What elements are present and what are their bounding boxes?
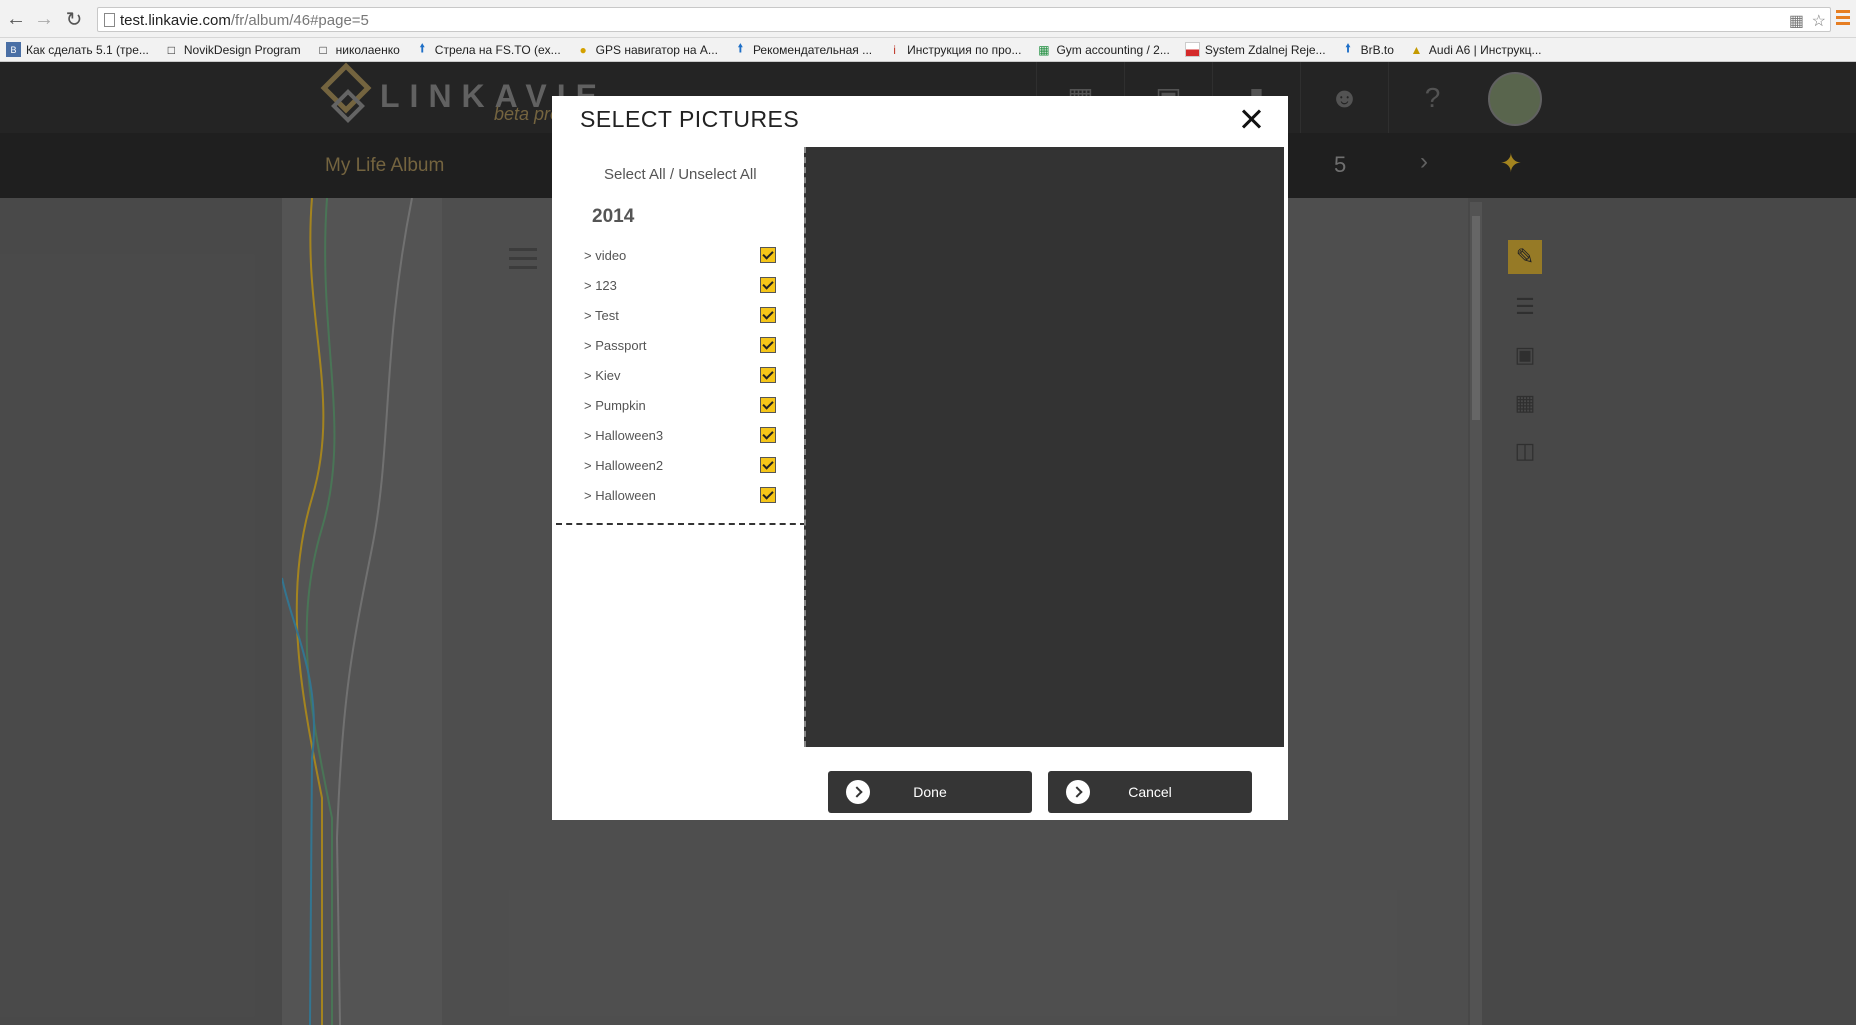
album-checkbox[interactable] (760, 457, 776, 473)
vk-icon: B (6, 42, 21, 57)
album-label: > Halloween3 (584, 427, 664, 443)
done-label: Done (913, 784, 947, 800)
album-item-halloween[interactable]: > Halloween (584, 480, 790, 510)
album-item-pumpkin[interactable]: > Pumpkin (584, 390, 790, 420)
album-label: > Passport (584, 337, 647, 353)
list-divider (556, 523, 806, 525)
pictures-preview-area[interactable] (804, 147, 1284, 747)
album-item-passport[interactable]: > Passport (584, 330, 790, 360)
cancel-button[interactable]: Cancel (1048, 771, 1252, 813)
bookmark-item[interactable]: i Инструкция по про... (887, 42, 1021, 57)
cancel-label: Cancel (1128, 784, 1172, 800)
album-label: > Halloween (584, 487, 656, 503)
album-checkbox[interactable] (760, 337, 776, 353)
album-checkbox[interactable] (760, 397, 776, 413)
bookmark-item[interactable]: ▲ Audi A6 | Инструкц... (1409, 42, 1541, 57)
done-button[interactable]: Done (828, 771, 1032, 813)
page-icon (104, 13, 115, 27)
album-label: > video (584, 247, 627, 263)
year-heading: 2014 (592, 206, 635, 227)
translate-icon[interactable]: ▦ (1789, 11, 1804, 31)
album-label: > Test (584, 307, 619, 323)
bookmark-item[interactable]: B Как сделать 5.1 (тре... (6, 42, 149, 57)
chevron-right-icon (846, 780, 870, 804)
bookmark-item[interactable]: ▦ Gym accounting / 2... (1036, 42, 1170, 57)
bookmark-item[interactable]: System Zdalnej Reje... (1184, 42, 1326, 57)
album-label: > Kiev (584, 367, 621, 383)
flag-icon (1184, 42, 1200, 57)
select-links: Select All / Unselect All (604, 166, 757, 183)
album-item-video[interactable]: > video (584, 240, 790, 270)
bookmark-item[interactable]: □ николаенко (316, 42, 399, 57)
album-item-test[interactable]: > Test (584, 300, 790, 330)
url-field[interactable]: test.linkavie.com/fr/album/46#page=5 ▦ ☆ (97, 7, 1831, 32)
album-item-halloween2[interactable]: > Halloween2 (584, 450, 790, 480)
chrome-menu-icon[interactable] (1836, 10, 1850, 26)
arrow-up-icon: 🠙 (1345, 41, 1352, 55)
chevron-right-icon (1066, 780, 1090, 804)
reload-icon[interactable]: ↻ (62, 7, 86, 31)
bookmark-item[interactable]: □ NovikDesign Program (164, 42, 301, 57)
album-checkbox[interactable] (760, 487, 776, 503)
album-label: > 123 (584, 277, 617, 293)
arrow-up-icon: 🠙 (419, 41, 426, 55)
sheet-icon: ▦ (1038, 42, 1050, 57)
close-icon[interactable] (1236, 104, 1266, 134)
album-label: > Halloween2 (584, 457, 664, 473)
star-icon[interactable]: ☆ (1812, 11, 1826, 31)
bookmarks-bar: B Как сделать 5.1 (тре... □ NovikDesign Pr… (0, 38, 1856, 62)
bookmark-item[interactable]: 🠙 Стрела на FS.TO (ex... (415, 41, 560, 57)
album-checkbox[interactable] (760, 427, 776, 443)
bookmark-item[interactable]: 🠙 BrB.to (1341, 41, 1394, 57)
dialog-title: SELECT PICTURES (580, 106, 800, 132)
url-text: test.linkavie.com/fr/album/46#page=5 (120, 12, 369, 29)
select-all-link[interactable]: Select All (604, 166, 666, 183)
forward-arrow-icon[interactable]: → (32, 7, 56, 31)
page-icon: □ (167, 42, 176, 57)
unselect-all-link[interactable]: Unselect All (678, 166, 756, 183)
browser-toolbar: ← → ↻ test.linkavie.com/fr/album/46#page… (0, 0, 1856, 38)
car-icon: ▲ (1410, 42, 1423, 57)
arrow-up-icon: 🠙 (737, 41, 744, 55)
select-separator: / (665, 166, 679, 183)
album-label: > Pumpkin (584, 397, 646, 413)
album-checkbox[interactable] (760, 367, 776, 383)
album-checkbox[interactable] (760, 247, 776, 263)
select-pictures-dialog: SELECT PICTURES Select All / Unselect Al… (552, 96, 1288, 820)
bookmark-item[interactable]: 🠙 Рекомендательная ... (733, 41, 872, 57)
album-item-halloween3[interactable]: > Halloween3 (584, 420, 790, 450)
album-checkbox[interactable] (760, 307, 776, 323)
gps-icon: ● (579, 42, 587, 57)
album-item-123[interactable]: > 123 (584, 270, 790, 300)
page-icon: □ (319, 42, 327, 57)
info-icon: i (893, 42, 896, 57)
album-checkbox[interactable] (760, 277, 776, 293)
album-item-kiev[interactable]: > Kiev (584, 360, 790, 390)
back-arrow-icon[interactable]: ← (4, 7, 28, 31)
album-list: > video > 123 > Test > Passport > Kiev >… (584, 240, 790, 510)
bookmark-item[interactable]: ● GPS навигатор на A... (576, 42, 718, 57)
